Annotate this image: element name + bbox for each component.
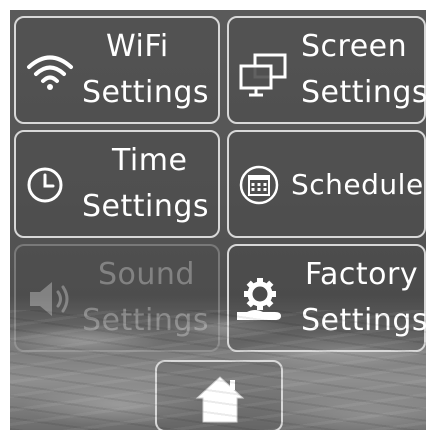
wifi-icon: [27, 55, 73, 90]
wifi-label-line2: Settings: [82, 75, 210, 110]
schedule-label: Schedule: [291, 168, 424, 201]
screen-label-line1: Screen: [301, 29, 408, 64]
clock-icon: [27, 167, 63, 203]
sound-label-line2: Settings: [82, 303, 210, 338]
wifi-label-line1: WiFi: [106, 29, 169, 64]
time-settings-button[interactable]: Time Settings: [14, 130, 220, 238]
factory-label-line2: Settings: [301, 303, 426, 338]
monitors-icon: [239, 53, 287, 97]
gear-hand-icon: [237, 278, 281, 320]
factory-label-line1: Factory: [305, 257, 419, 292]
wifi-settings-button[interactable]: WiFi Settings: [14, 16, 220, 124]
home-button[interactable]: [155, 360, 283, 430]
menu-screen: WiFi Settings Screen Settings Time Setti…: [10, 10, 426, 430]
factory-settings-button[interactable]: Factory Settings: [227, 244, 426, 352]
time-label-line2: Settings: [82, 189, 210, 224]
time-label-line1: Time: [112, 143, 188, 178]
speaker-icon: [30, 282, 69, 316]
schedule-button[interactable]: Schedule: [227, 130, 426, 238]
calendar-icon: [239, 165, 279, 205]
sound-settings-button[interactable]: Sound Settings: [14, 244, 220, 352]
screen-settings-button[interactable]: Screen Settings: [227, 16, 426, 124]
screen-label-line2: Settings: [301, 75, 426, 110]
home-icon: [195, 376, 245, 423]
sound-label-line1: Sound: [98, 257, 195, 292]
